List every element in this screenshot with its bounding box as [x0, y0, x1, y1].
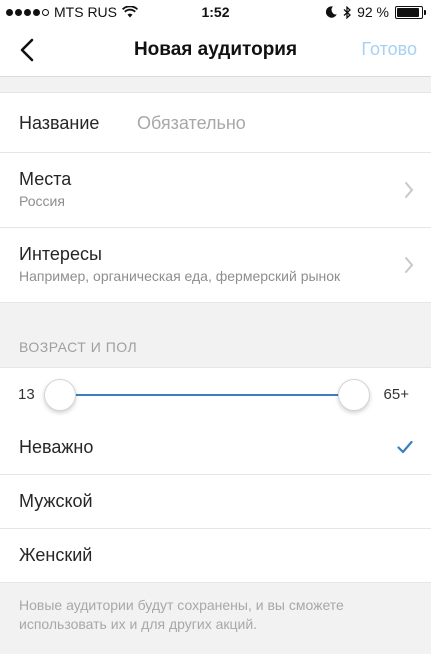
status-bar: MTS RUS 1:52 92 % [0, 0, 431, 24]
age-slider-row: 13 65+ [0, 367, 431, 423]
battery-icon [395, 5, 426, 19]
option-label: Неважно [19, 437, 94, 457]
age-gender-section-title: ВОЗРАСТ И ПОЛ [19, 339, 138, 355]
option-label: Мужской [19, 491, 93, 511]
chevron-right-icon [405, 182, 414, 198]
places-row[interactable]: Места Россия [0, 153, 431, 228]
interests-hint: Например, органическая еда, фермерский р… [19, 268, 341, 284]
places-label: Места [19, 169, 72, 189]
gender-option-female[interactable]: Женский [0, 529, 431, 582]
footer-note: Новые аудитории будут сохранены, и вы см… [19, 597, 344, 632]
interests-row[interactable]: Интересы Например, органическая еда, фер… [0, 228, 431, 302]
interests-label: Интересы [19, 244, 102, 264]
name-label: Название [19, 113, 100, 133]
checkmark-icon [397, 440, 413, 454]
option-label: Женский [19, 545, 93, 565]
battery-level [397, 7, 420, 17]
gender-option-male[interactable]: Мужской [0, 475, 431, 529]
status-right: 92 % [326, 4, 426, 20]
age-max-thumb[interactable] [338, 379, 370, 411]
audience-form: Название Места Россия Интересы Например,… [0, 92, 431, 303]
navigation-bar: Новая аудитория Готово [0, 24, 431, 77]
age-range-slider[interactable] [44, 379, 370, 411]
age-max-label: 65+ [383, 386, 409, 403]
gender-options: Неважно Мужской Женский [0, 421, 431, 583]
age-range-fill [60, 394, 354, 396]
places-value: Россия [19, 193, 65, 209]
name-input[interactable] [137, 111, 407, 135]
battery-percent: 92 % [357, 4, 389, 20]
age-min-label: 13 [18, 386, 35, 403]
age-min-thumb[interactable] [44, 379, 76, 411]
bluetooth-icon [343, 5, 352, 19]
name-row: Название [0, 93, 431, 153]
gender-option-any[interactable]: Неважно [0, 421, 431, 475]
done-button[interactable]: Готово [361, 39, 417, 60]
moon-icon [326, 6, 337, 18]
chevron-right-icon [405, 257, 414, 273]
